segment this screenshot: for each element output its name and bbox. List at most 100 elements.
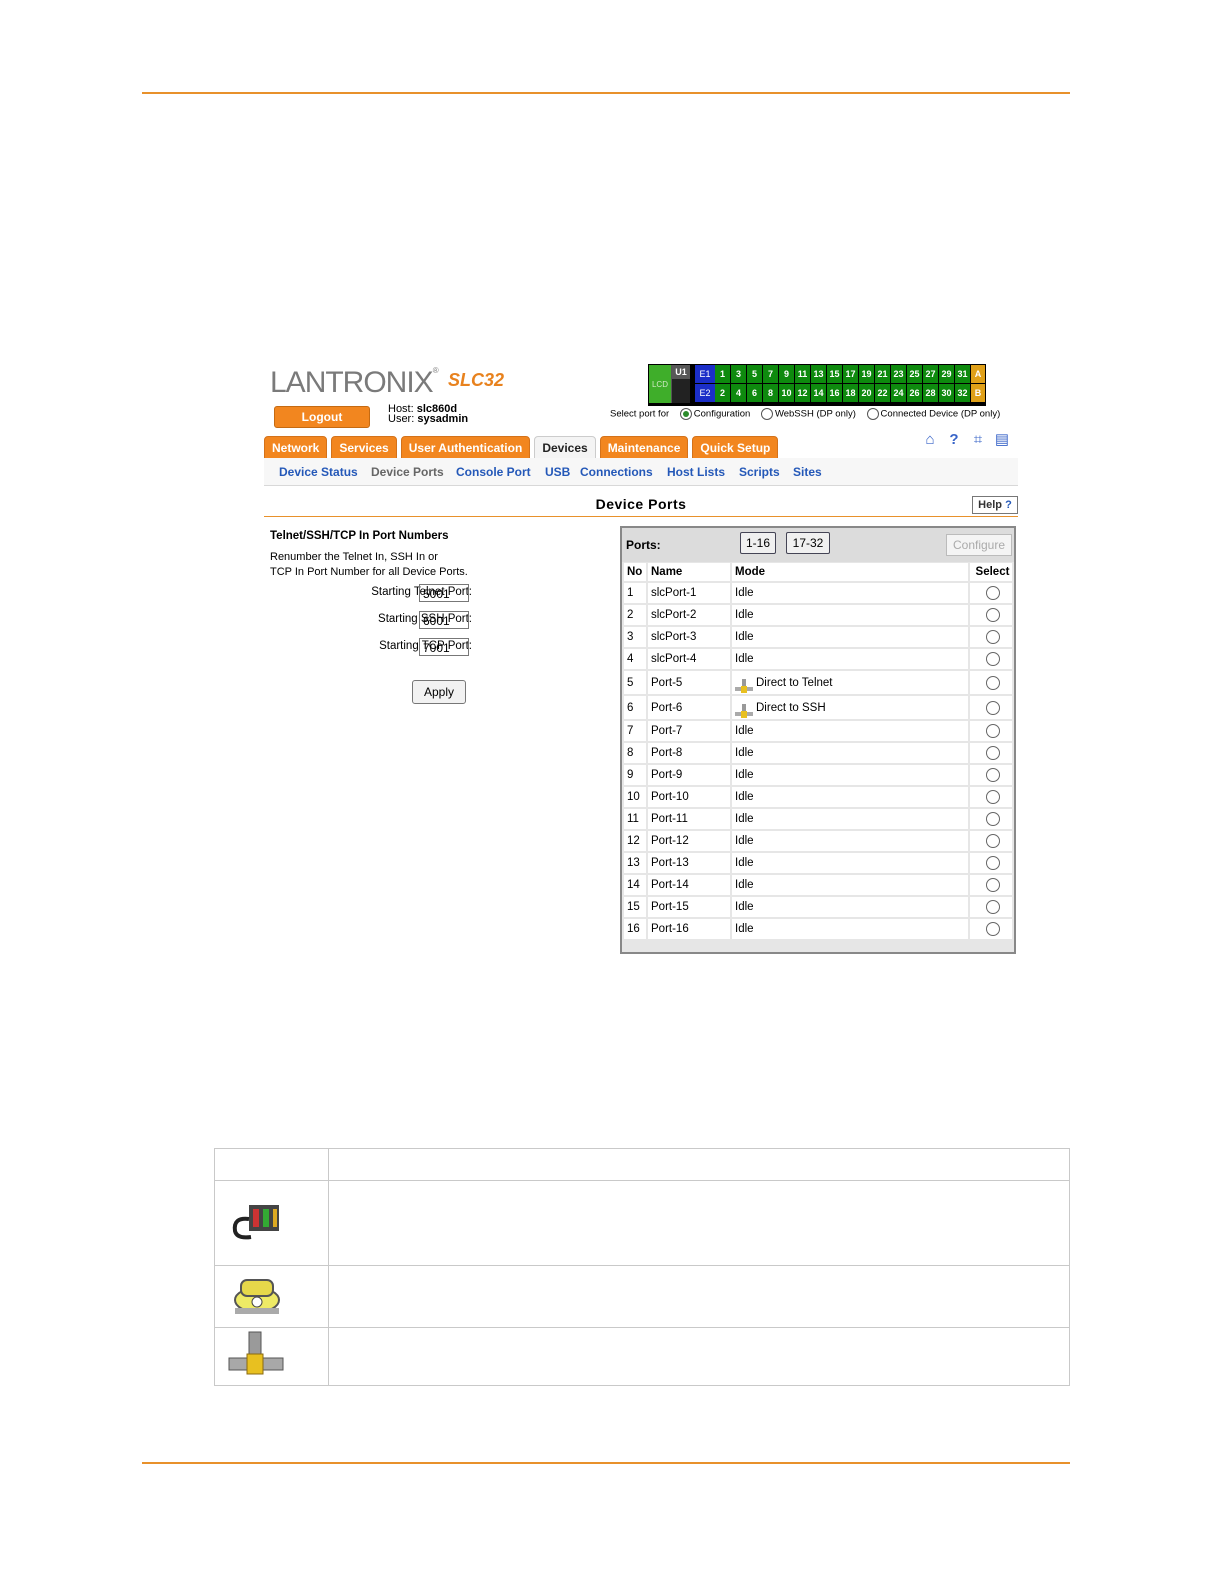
config-radio[interactable] [679, 408, 692, 420]
tab-user-authentication[interactable]: User Authentication [400, 436, 531, 460]
port-cell[interactable]: 29 [939, 365, 955, 383]
log-icon[interactable]: ▤ [994, 432, 1010, 448]
select-radio[interactable] [985, 856, 1000, 870]
port-cell[interactable]: 30 [939, 384, 955, 402]
port-cell[interactable]: 18 [843, 384, 859, 402]
port-cell[interactable]: 23 [891, 365, 907, 383]
port-select[interactable] [970, 831, 1012, 851]
port-select[interactable] [970, 875, 1012, 895]
select-radio[interactable] [985, 675, 1000, 690]
port-a[interactable]: A [971, 365, 985, 383]
ethernet-port-e2[interactable]: E2 [695, 384, 715, 402]
port-select[interactable] [970, 605, 1012, 625]
port-select[interactable] [970, 627, 1012, 647]
port-select[interactable] [970, 897, 1012, 917]
port-cell[interactable]: 27 [923, 365, 939, 383]
subnav-host-lists[interactable]: Host Lists [667, 465, 725, 479]
select-radio[interactable] [985, 790, 1000, 804]
port-cell[interactable]: 9 [779, 365, 795, 383]
port-select[interactable] [970, 671, 1012, 694]
port-cell[interactable]: 5 [747, 365, 763, 383]
select-radio[interactable] [985, 812, 1000, 826]
port-cell[interactable]: 26 [907, 384, 923, 402]
port-select[interactable] [970, 721, 1012, 741]
ssh-port-input[interactable]: 6001 [419, 611, 469, 629]
select-radio[interactable] [985, 922, 1000, 936]
port-cell[interactable]: 6 [747, 384, 763, 402]
select-radio[interactable] [985, 724, 1000, 738]
port-cell[interactable]: 22 [875, 384, 891, 402]
subnav-console-port[interactable]: Console Port [456, 465, 531, 479]
port-select[interactable] [970, 765, 1012, 785]
subnav-device-ports[interactable]: Device Ports [371, 465, 444, 479]
port-cell[interactable]: 21 [875, 365, 891, 383]
port-select[interactable] [970, 787, 1012, 807]
select-radio[interactable] [985, 746, 1000, 760]
subnav-device-status[interactable]: Device Status [279, 465, 358, 479]
ports-1-16-button[interactable]: 1-16 [740, 532, 776, 554]
webssh-radio[interactable] [760, 408, 773, 420]
tab-devices[interactable]: Devices [534, 436, 596, 460]
port-cell[interactable]: 8 [763, 384, 779, 402]
port-cell[interactable]: 31 [955, 365, 971, 383]
port-select[interactable] [970, 696, 1012, 719]
port-cell[interactable]: 20 [859, 384, 875, 402]
tab-quick-setup[interactable]: Quick Setup [692, 436, 779, 460]
port-cell[interactable]: 12 [795, 384, 811, 402]
subnav-scripts[interactable]: Scripts [739, 465, 780, 479]
telnet-port-input[interactable]: 5001 [419, 584, 469, 602]
port-b[interactable]: B [971, 384, 985, 402]
port-select[interactable] [970, 809, 1012, 829]
port-cell[interactable]: 17 [843, 365, 859, 383]
port-cell[interactable]: 13 [811, 365, 827, 383]
port-cell[interactable]: 19 [859, 365, 875, 383]
port-cell[interactable]: 28 [923, 384, 939, 402]
port-cell[interactable]: 11 [795, 365, 811, 383]
port-select[interactable] [970, 853, 1012, 873]
port-cell[interactable]: 16 [827, 384, 843, 402]
port-cell[interactable]: 3 [731, 365, 747, 383]
port-select[interactable] [970, 583, 1012, 603]
tab-network[interactable]: Network [264, 436, 328, 460]
select-radio[interactable] [985, 608, 1000, 622]
subnav-usb[interactable]: USB [545, 465, 570, 479]
help-button[interactable]: Help ? [972, 496, 1018, 514]
select-radio[interactable] [985, 586, 1000, 600]
port-cell[interactable]: 25 [907, 365, 923, 383]
tab-maintenance[interactable]: Maintenance [599, 436, 689, 460]
configure-button[interactable]: Configure [946, 534, 1012, 556]
select-radio[interactable] [985, 652, 1000, 666]
tab-services[interactable]: Services [331, 436, 397, 460]
tcp-port-input[interactable]: 7001 [419, 638, 469, 656]
port-cell[interactable]: 7 [763, 365, 779, 383]
port-select[interactable] [970, 919, 1012, 939]
usb-port-u1[interactable]: U1 [671, 365, 690, 403]
port-cell[interactable]: 14 [811, 384, 827, 402]
port-select[interactable] [970, 649, 1012, 669]
connected-device-radio[interactable] [866, 408, 879, 420]
select-radio[interactable] [985, 878, 1000, 892]
select-radio[interactable] [985, 768, 1000, 782]
subnav-connections[interactable]: Connections [580, 465, 653, 479]
port-cell[interactable]: 15 [827, 365, 843, 383]
port-select[interactable] [970, 743, 1012, 763]
select-radio[interactable] [985, 834, 1000, 848]
logout-button[interactable]: Logout [274, 406, 370, 428]
apply-button[interactable]: Apply [412, 680, 466, 704]
port-cell[interactable]: 4 [731, 384, 747, 402]
sitemap-icon[interactable]: ⌗ [970, 432, 986, 448]
help-icon[interactable]: ? [946, 432, 962, 448]
lcd-port[interactable]: LCD [649, 365, 671, 403]
ports-17-32-button[interactable]: 17-32 [786, 532, 830, 554]
ethernet-port-e1[interactable]: E1 [695, 365, 715, 383]
select-radio[interactable] [985, 700, 1000, 715]
subnav-sites[interactable]: Sites [793, 465, 822, 479]
port-cell[interactable]: 10 [779, 384, 795, 402]
port-cell[interactable]: 1 [715, 365, 731, 383]
port-cell[interactable]: 24 [891, 384, 907, 402]
select-radio[interactable] [985, 630, 1000, 644]
home-icon[interactable]: ⌂ [922, 432, 938, 448]
port-cell[interactable]: 2 [715, 384, 731, 402]
select-radio[interactable] [985, 900, 1000, 914]
port-cell[interactable]: 32 [955, 384, 971, 402]
